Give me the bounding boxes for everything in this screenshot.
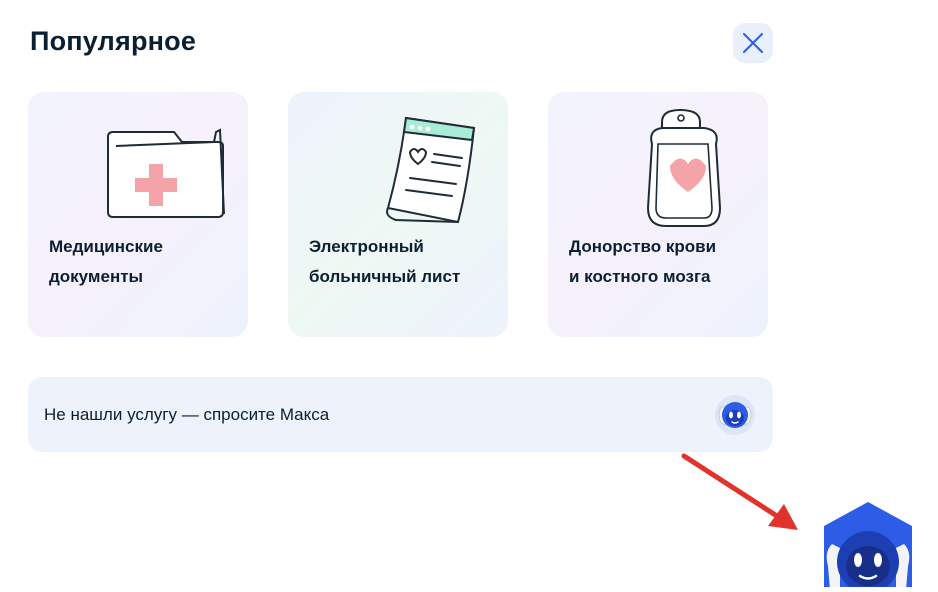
ask-max-bar[interactable]: Не нашли услугу — спросите Макса xyxy=(28,377,773,452)
card-label-line1: Медицинские xyxy=(49,237,163,256)
page-title: Популярное xyxy=(30,26,197,56)
ask-max-text: Не нашли услугу — спросите Макса xyxy=(44,405,330,424)
card-blood-donation[interactable]: Донорство крови и костного мозга xyxy=(548,92,768,337)
card-sick-leave[interactable]: Электронный больничный лист xyxy=(288,92,508,337)
medical-folder-icon xyxy=(107,128,225,218)
card-medical-documents[interactable]: Медицинские документы xyxy=(28,92,248,337)
close-button[interactable] xyxy=(733,23,773,63)
card-label-line2: документы xyxy=(49,267,144,286)
pointer-arrow xyxy=(681,453,798,530)
popular-services: Медицинские документы Электронный больни… xyxy=(28,92,768,337)
max-robot-avatar-icon xyxy=(824,502,912,592)
card-label-line1: Донорство крови xyxy=(569,237,717,256)
card-label-line1: Электронный xyxy=(309,237,424,256)
close-icon xyxy=(743,33,763,53)
assistant-max-button[interactable] xyxy=(814,500,922,592)
sick-leave-document-icon xyxy=(386,116,476,224)
max-robot-avatar-icon xyxy=(715,395,755,435)
blood-bag-icon xyxy=(646,108,722,227)
card-label-line2: и костного мозга xyxy=(569,267,711,286)
card-label-line2: больничный лист xyxy=(309,267,461,286)
